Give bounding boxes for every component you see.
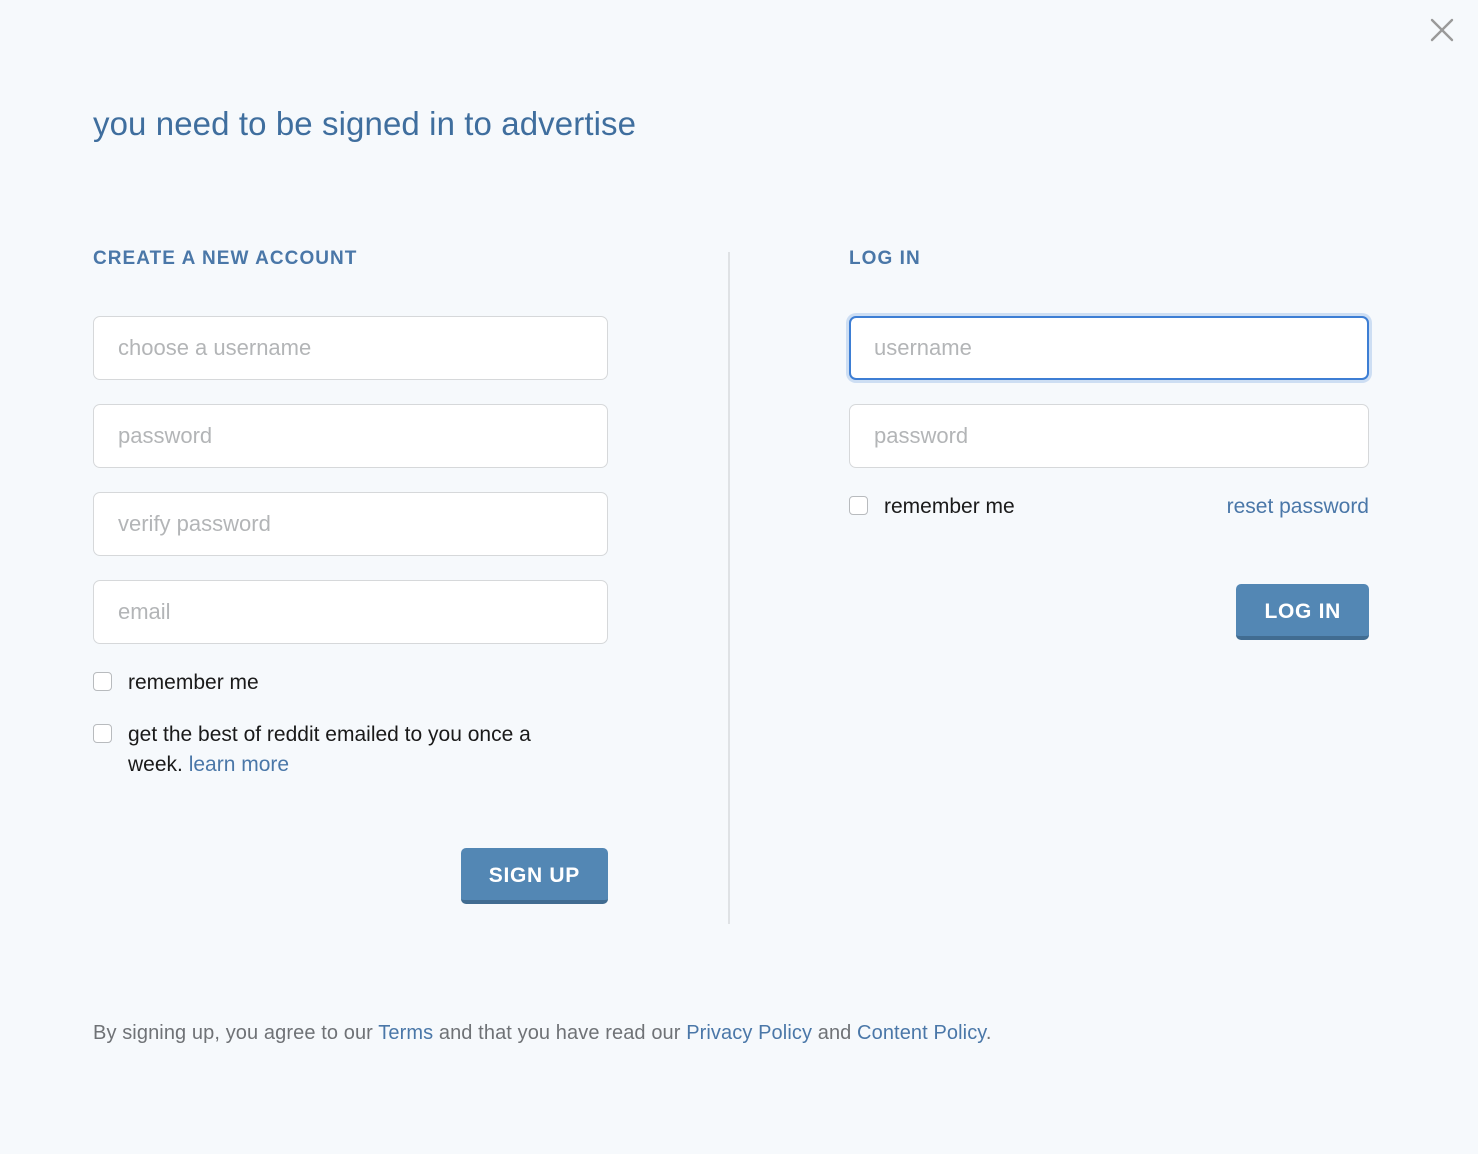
login-remember-me-label: remember me (884, 495, 1015, 518)
login-remember-me-checkbox[interactable] (849, 496, 868, 515)
login-button-row: LOG IN (849, 584, 1369, 640)
login-column: LOG IN remember me reset password LOG IN (849, 248, 1369, 640)
login-heading: LOG IN (849, 248, 921, 269)
create-account-column: CREATE A NEW ACCOUNT remember me get the… (93, 248, 608, 904)
signup-username-input[interactable] (93, 316, 608, 380)
signup-email-input[interactable] (93, 580, 608, 644)
legal-footer: By signing up, you agree to our Terms an… (93, 1022, 992, 1045)
legal-prefix: By signing up, you agree to our (93, 1022, 379, 1044)
create-account-heading: CREATE A NEW ACCOUNT (93, 248, 358, 269)
signup-remember-me-row[interactable]: remember me (93, 668, 608, 698)
close-button[interactable] (1420, 8, 1464, 52)
signup-verify-password-input[interactable] (93, 492, 608, 556)
close-icon (1428, 16, 1456, 44)
column-divider (728, 252, 730, 924)
signup-remember-me-checkbox[interactable] (93, 672, 112, 691)
login-username-input[interactable] (849, 316, 1369, 380)
login-options-row: remember me reset password (849, 492, 1369, 522)
signup-fields (93, 316, 608, 644)
signup-remember-me-label: remember me (128, 671, 259, 694)
legal-suffix: . (985, 1022, 992, 1044)
log-in-button[interactable]: LOG IN (1236, 584, 1369, 640)
signin-dialog: you need to be signed in to advertise CR… (0, 0, 1478, 1154)
privacy-policy-link[interactable]: Privacy Policy (686, 1022, 812, 1044)
signup-button-row: SIGN UP (93, 848, 608, 904)
signup-newsletter-checkbox[interactable] (93, 724, 112, 743)
content-policy-link[interactable]: Content Policy (857, 1022, 986, 1044)
signup-newsletter-label: get the best of reddit emailed to you on… (128, 720, 588, 780)
sign-up-button[interactable]: SIGN UP (460, 848, 608, 904)
learn-more-link[interactable]: learn more (189, 753, 289, 776)
reset-password-link[interactable]: reset password (1227, 492, 1369, 522)
page-title: you need to be signed in to advertise (93, 105, 637, 142)
legal-middle: and that you have read our (433, 1022, 687, 1044)
login-remember-me-row[interactable]: remember me (849, 492, 1015, 522)
legal-conjunction: and (812, 1022, 858, 1044)
login-fields (849, 316, 1369, 468)
signup-newsletter-row[interactable]: get the best of reddit emailed to you on… (93, 720, 608, 780)
signup-password-input[interactable] (93, 404, 608, 468)
login-password-input[interactable] (849, 404, 1369, 468)
terms-link[interactable]: Terms (378, 1022, 433, 1044)
